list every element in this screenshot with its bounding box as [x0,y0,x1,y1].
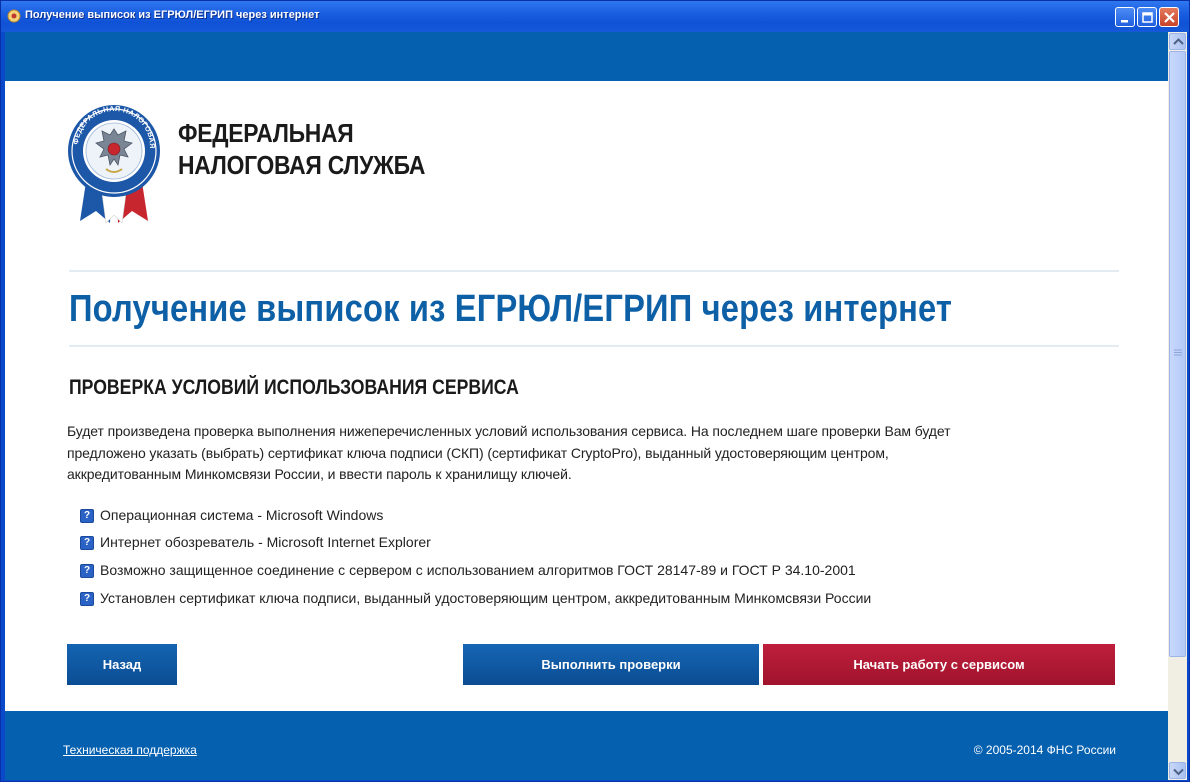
intro-line: аккредитованным Минкомсвязи России, и вв… [67,466,572,482]
page-content: ФЕДЕРАЛЬНАЯ НАЛОГОВАЯ СЛУЖБА ФЕДЕРАЛЬНАЯ… [5,32,1168,780]
back-button[interactable]: Назад [67,644,177,685]
status-unknown-icon: ? [80,509,94,523]
condition-label: Возможно защищенное соединение с серверо… [100,562,856,578]
scroll-thumb[interactable] [1169,51,1186,657]
brand-name: ФЕДЕРАЛЬНАЯ НАЛОГОВАЯ СЛУЖБА [178,117,425,181]
grip-icon [1174,349,1182,356]
browser-window: Получение выписок из ЕГРЮЛ/ЕГРИП через и… [0,0,1190,782]
vertical-scrollbar[interactable] [1168,32,1187,780]
app-icon [7,9,21,23]
divider [69,270,1119,272]
arrow-up-icon [1173,38,1184,45]
window-titlebar[interactable]: Получение выписок из ЕГРЮЛ/ЕГРИП через и… [1,1,1189,32]
close-icon [1164,12,1175,23]
condition-label: Операционная система - Microsoft Windows [100,507,384,523]
run-checks-button[interactable]: Выполнить проверки [463,644,759,685]
condition-label: Установлен сертификат ключа подписи, выд… [100,590,872,606]
page-title: Получение выписок из ЕГРЮЛ/ЕГРИП через и… [69,288,953,330]
intro-line: Будет произведена проверка выполнения ни… [67,423,951,439]
fns-logo-icon: ФЕДЕРАЛЬНАЯ НАЛОГОВАЯ СЛУЖБА [66,99,160,224]
intro-line: предложено указать (выбрать) сертификат … [67,444,889,461]
close-button[interactable] [1159,7,1179,27]
header-band [5,32,1168,81]
maximize-icon [1142,12,1153,23]
brand-line-1: ФЕДЕРАЛЬНАЯ [178,118,354,148]
scroll-up-button[interactable] [1169,33,1186,50]
support-link[interactable]: Техническая поддержка [63,743,197,757]
arrow-down-icon [1173,768,1184,776]
status-unknown-icon: ? [80,536,94,550]
minimize-button[interactable] [1115,7,1135,27]
condition-label: Интернет обозреватель - Microsoft Intern… [100,534,431,550]
section-title: ПРОВЕРКА УСЛОВИЙ ИСПОЛЬЗОВАНИЯ СЕРВИСА [69,376,519,399]
brand-line-2: НАЛОГОВАЯ СЛУЖБА [178,150,426,180]
footer: Техническая поддержка © 2005-2014 ФНС Ро… [5,711,1168,780]
divider [69,345,1119,347]
start-service-button[interactable]: Начать работу с сервисом [763,644,1115,685]
scroll-down-button[interactable] [1169,762,1186,779]
status-unknown-icon: ? [80,592,94,606]
status-unknown-icon: ? [80,564,94,578]
intro-text: Будет произведена проверка выполнения ни… [67,421,1077,486]
copyright: © 2005-2014 ФНС России [973,743,1116,757]
maximize-button[interactable] [1137,7,1157,27]
minimize-icon [1121,20,1128,23]
window-title: Получение выписок из ЕГРЮЛ/ЕГРИП через и… [25,9,320,21]
